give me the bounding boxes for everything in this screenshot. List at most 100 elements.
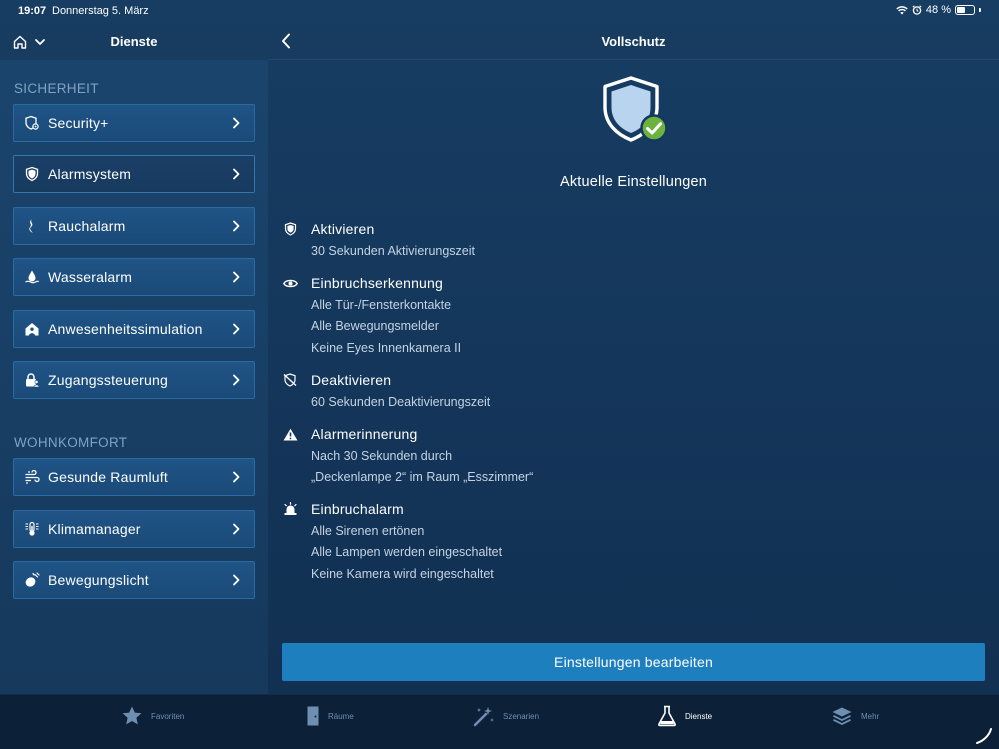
air-flow-icon [22, 467, 42, 487]
battery-fill [957, 7, 965, 13]
tab-label: Mehr [861, 711, 880, 721]
sidebar-item-label: Klimamanager [48, 521, 141, 537]
settings-title: Aktuelle Einstellungen [559, 174, 708, 190]
eye-icon [282, 275, 298, 291]
sidebar-item-label: Wasseralarm [48, 269, 133, 285]
battery-tip [979, 8, 981, 12]
chevron-right-icon [230, 271, 242, 283]
thermostat-icon [22, 519, 42, 539]
status-time: 19:07 [18, 5, 47, 17]
sidebar-item-klimamanager[interactable]: Klimamanager [13, 510, 255, 548]
sidebar-item-label: Anwesenheitssimulation [48, 321, 203, 337]
setting-title: Einbruchserkennung [311, 275, 444, 291]
tab-label: Räume [328, 711, 354, 721]
sidebar-item-label: Bewegungslicht [48, 572, 149, 588]
shield-icon [282, 221, 298, 237]
sidebar-item-gesunde-raumluft[interactable]: Gesunde Raumluft [13, 458, 255, 496]
setting-einbruchserkennung: Einbruchserkennung Alle Tür-/Fensterkont… [282, 275, 782, 357]
home-indicator-icon [976, 728, 992, 744]
flask-icon [658, 705, 676, 727]
setting-detail: 30 Sekunden Aktivierungszeit [311, 244, 475, 258]
lock-person-icon [22, 370, 42, 390]
status-date: Donnerstag 5. März [52, 5, 149, 17]
sidebar-item-label: Zugangssteuerung [48, 372, 168, 388]
sidebar-item-label: Alarmsystem [48, 166, 132, 182]
tab-bar: Favoriten Räume Szenarien Dienste Mehr [0, 694, 999, 749]
sidebar-item-rauchalarm[interactable]: Rauchalarm [13, 207, 255, 245]
sidebar-item-zugangssteuerung[interactable]: Zugangssteuerung [13, 361, 255, 399]
sidebar-item-wasseralarm[interactable]: Wasseralarm [13, 258, 255, 296]
tab-favoriten[interactable]: Favoriten [121, 702, 184, 730]
sidebar-title: Dienste [110, 34, 158, 49]
tab-label: Szenarien [503, 711, 540, 721]
main-header: Vollschutz [268, 22, 999, 60]
battery-icon [955, 5, 975, 15]
setting-detail: Keine Eyes Innenkamera II [311, 341, 462, 355]
chevron-right-icon [230, 374, 242, 386]
motion-light-icon [22, 570, 42, 590]
chevron-right-icon [230, 523, 242, 535]
magic-wand-icon [473, 707, 494, 727]
app-window: 19:07 Donnerstag 5. März 48 % Dienste SI… [0, 0, 999, 749]
chevron-right-icon [230, 220, 242, 232]
edit-settings-button[interactable]: Einstellungen bearbeiten [282, 643, 985, 681]
shield-check-icon [603, 76, 669, 144]
sidebar-item-label: Rauchalarm [48, 218, 126, 234]
setting-detail: Nach 30 Sekunden durch [311, 449, 453, 463]
setting-deaktivieren: Deaktivieren 60 Sekunden Deaktivierungsz… [282, 372, 782, 412]
water-drop-icon [22, 267, 42, 287]
page-title: Vollschutz [601, 34, 666, 49]
house-person-icon [22, 319, 42, 339]
tab-label: Favoriten [151, 711, 185, 721]
warning-icon [282, 426, 298, 442]
chevron-right-icon [230, 323, 242, 335]
shield-off-icon [282, 372, 298, 388]
tab-raeume[interactable]: Räume [306, 702, 354, 730]
layers-icon [832, 707, 852, 726]
setting-detail: Alle Sirenen ertönen [311, 524, 425, 538]
setting-aktivieren: Aktivieren 30 Sekunden Aktivierungszeit [282, 221, 782, 261]
status-bar: 19:07 Donnerstag 5. März 48 % [0, 0, 999, 22]
alarm-clock-icon [912, 5, 922, 15]
setting-title: Aktivieren [311, 221, 375, 237]
main-pane: Vollschutz Aktuelle Einstellungen Aktivi… [268, 22, 999, 694]
chevron-right-icon [230, 117, 242, 129]
tab-szenarien[interactable]: Szenarien [473, 702, 539, 730]
chevron-right-icon [230, 574, 242, 586]
setting-einbruchalarm: Einbruchalarm Alle Sirenen ertönen Alle … [282, 501, 782, 583]
sidebar-item-anwesenheitssimulation[interactable]: Anwesenheitssimulation [13, 310, 255, 348]
tab-dienste[interactable]: Dienste [657, 702, 712, 730]
sidebar-header: Dienste [0, 22, 268, 60]
setting-title: Einbruchalarm [311, 501, 404, 517]
setting-alarmerinnerung: Alarmerinnerung Nach 30 Sekunden durch „… [282, 426, 782, 486]
setting-detail: Alle Lampen werden eingeschaltet [311, 545, 503, 559]
status-indicators: 48 % [896, 4, 981, 16]
wifi-icon [896, 6, 908, 15]
chevron-right-icon [230, 471, 242, 483]
sidebar: Dienste SICHERHEIT Security+ Alarmsystem… [0, 22, 268, 694]
setting-detail: Alle Bewegungsmelder [311, 319, 439, 333]
tab-mehr[interactable]: Mehr [831, 702, 879, 730]
star-icon [122, 706, 142, 725]
tab-label: Dienste [685, 711, 713, 721]
setting-detail: Keine Kamera wird eingeschaltet [311, 567, 494, 581]
setting-title: Alarmerinnerung [311, 426, 418, 442]
siren-icon [282, 501, 298, 517]
battery-percent: 48 % [925, 4, 951, 16]
sidebar-item-security-plus[interactable]: Security+ [13, 104, 255, 142]
sidebar-item-label: Security+ [48, 115, 109, 131]
setting-title: Deaktivieren [311, 372, 392, 388]
shield-gear-icon [22, 113, 42, 133]
sidebar-item-label: Gesunde Raumluft [48, 469, 168, 485]
setting-detail: 60 Sekunden Deaktivierungszeit [311, 395, 491, 409]
section-label-sicherheit: SICHERHEIT [14, 81, 99, 96]
shield-icon [22, 164, 42, 184]
sidebar-item-alarmsystem[interactable]: Alarmsystem [13, 155, 255, 193]
door-icon [307, 706, 319, 726]
setting-detail: Alle Tür-/Fensterkontakte [311, 298, 452, 312]
chevron-right-icon [230, 168, 242, 180]
setting-detail: „Deckenlampe 2“ im Raum „Esszimmer“ [311, 470, 534, 484]
sidebar-item-bewegungslicht[interactable]: Bewegungslicht [13, 561, 255, 599]
section-label-wohnkomfort: WOHNKOMFORT [14, 435, 128, 450]
smoke-icon [22, 216, 42, 236]
